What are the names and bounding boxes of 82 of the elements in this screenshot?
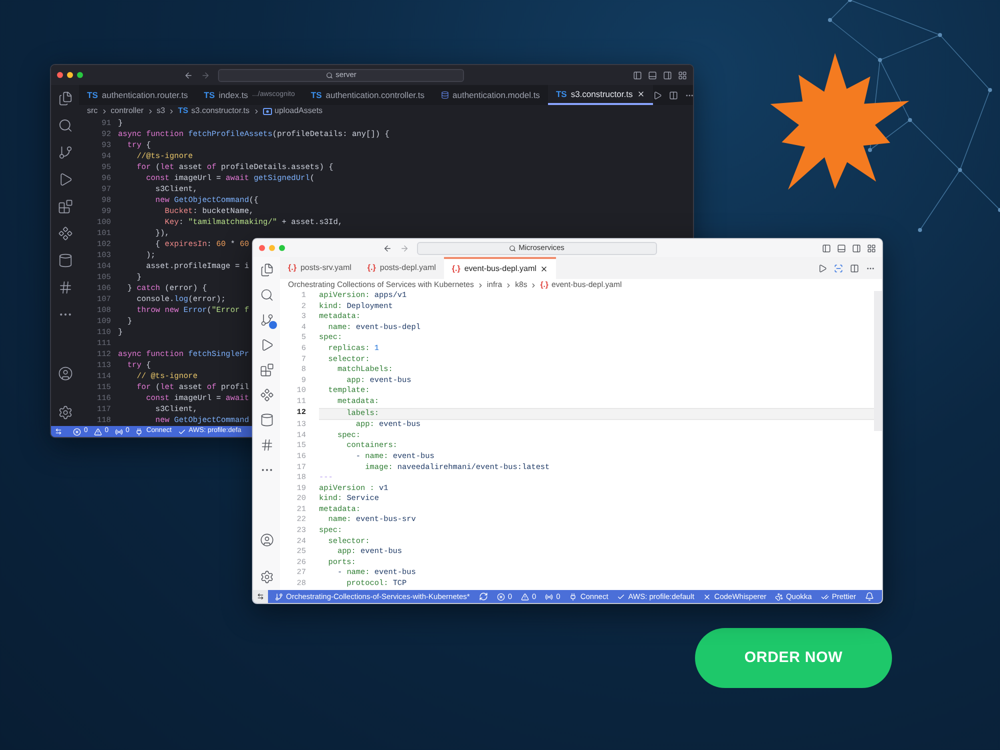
zoom-control[interactable] — [77, 72, 83, 78]
scrollbar-thumb[interactable] — [874, 291, 882, 431]
search-icon[interactable] — [58, 118, 72, 133]
chevron-icon — [252, 108, 260, 114]
branch-icon — [275, 592, 283, 600]
bell-icon[interactable] — [865, 592, 874, 601]
account-icon[interactable] — [58, 366, 72, 381]
chevron-icon — [168, 108, 176, 114]
split-editor-icon[interactable] — [668, 90, 678, 100]
component-icon[interactable] — [58, 226, 72, 241]
editor-tab[interactable]: TS authentication.controller.ts — [302, 85, 433, 105]
sync-icon[interactable] — [478, 592, 488, 601]
close-icon — [703, 592, 712, 600]
breadcrumb-item[interactable]: src — [87, 105, 98, 117]
back-icon[interactable] — [184, 70, 193, 80]
database-icon[interactable] — [260, 413, 274, 427]
layout-icon[interactable] — [678, 70, 687, 80]
search-icon — [508, 244, 516, 252]
double-check-icon — [820, 592, 829, 600]
close-icon[interactable] — [540, 265, 548, 273]
warning-icon — [521, 592, 529, 600]
run-icon[interactable] — [58, 172, 72, 187]
run-icon[interactable] — [818, 264, 827, 272]
editor-tab[interactable]: {.} posts-srv.yaml — [280, 257, 360, 279]
settings-icon[interactable] — [260, 570, 274, 584]
close-control[interactable] — [259, 245, 265, 251]
plug-icon — [569, 592, 578, 600]
error-icon — [73, 428, 81, 436]
broadcast-icon — [545, 592, 554, 600]
editor-tab[interactable]: {.} event-bus-depl.yaml — [444, 257, 556, 279]
close-control[interactable] — [57, 72, 63, 78]
chevron-icon — [505, 282, 512, 288]
layout-icon[interactable] — [867, 244, 876, 252]
search-icon — [326, 72, 333, 78]
chevron-icon — [476, 282, 484, 288]
remote-icon[interactable] — [253, 590, 268, 603]
check-icon — [178, 428, 186, 436]
run-icon[interactable] — [260, 338, 274, 352]
back-icon[interactable] — [382, 244, 392, 252]
database-icon[interactable] — [58, 253, 72, 268]
panel-right-icon[interactable] — [663, 70, 672, 80]
check-icon — [617, 592, 626, 600]
panel-right-icon[interactable] — [852, 244, 861, 252]
minimize-control[interactable] — [67, 72, 73, 78]
panel-left-icon[interactable] — [633, 70, 642, 80]
run-icon[interactable] — [652, 90, 662, 100]
files-icon[interactable] — [58, 91, 72, 106]
chevron-icon — [146, 108, 154, 114]
extensions-icon[interactable] — [58, 199, 72, 214]
settings-icon[interactable] — [58, 405, 72, 420]
paw-icon — [774, 592, 783, 600]
source-control-icon[interactable] — [260, 313, 274, 327]
close-icon[interactable] — [636, 90, 645, 98]
component-icon[interactable] — [260, 388, 274, 402]
chevron-icon — [100, 108, 108, 114]
breadcrumb-item[interactable]: uploadAssets — [262, 105, 323, 117]
editor-tab[interactable]: {.} posts-depl.yaml — [359, 257, 444, 279]
breadcrumb-item[interactable]: controller — [110, 105, 144, 117]
source-control-icon[interactable] — [58, 145, 72, 160]
hash-icon[interactable] — [58, 280, 72, 295]
warning-icon — [94, 428, 102, 436]
chevron-icon — [530, 282, 538, 288]
extensions-icon[interactable] — [260, 363, 274, 377]
breadcrumb-item[interactable]: s3 — [156, 105, 166, 117]
panel-bottom-icon[interactable] — [648, 70, 657, 80]
scan-icon[interactable] — [834, 264, 843, 272]
plug-icon — [135, 428, 144, 436]
hash-icon[interactable] — [260, 438, 274, 452]
panel-left-icon[interactable] — [822, 244, 831, 252]
files-icon[interactable] — [260, 263, 274, 277]
split-editor-icon[interactable] — [850, 264, 859, 272]
panel-bottom-icon[interactable] — [837, 244, 846, 252]
database-icon — [440, 91, 449, 99]
broadcast-icon — [114, 428, 123, 436]
editor-tab[interactable]: TS authentication.router.ts — [79, 85, 196, 105]
symbol-icon — [262, 108, 272, 114]
editor-tab[interactable]: TS s3.constructor.ts — [548, 85, 653, 105]
search-icon[interactable] — [260, 288, 274, 302]
breadcrumb-item[interactable]: TS s3.constructor.ts — [178, 105, 250, 117]
editor-tab[interactable]: authentication.model.ts — [432, 85, 548, 105]
account-icon[interactable] — [260, 533, 274, 547]
error-icon — [496, 592, 505, 600]
